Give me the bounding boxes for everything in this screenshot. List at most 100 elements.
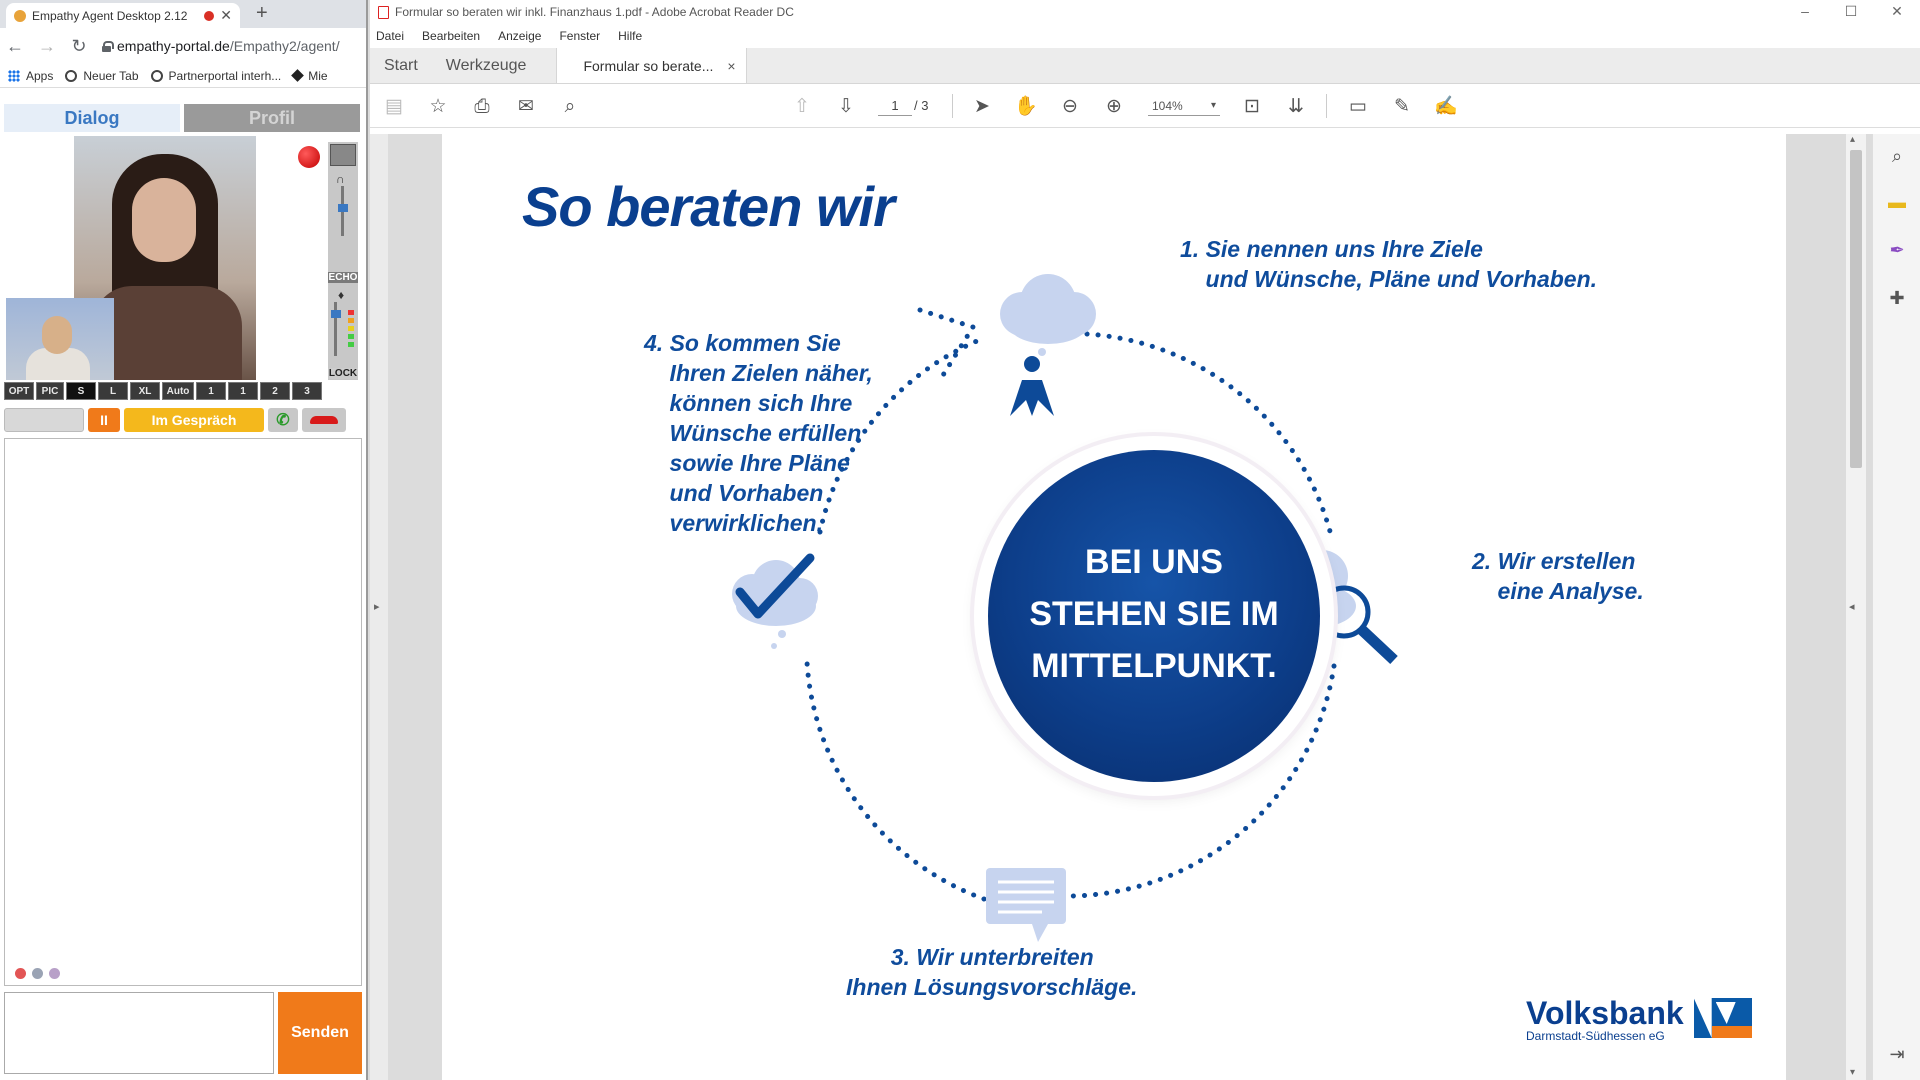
collapse-right-icon[interactable]: ◂ — [1849, 600, 1855, 613]
scroll-down-icon[interactable]: ▾ — [1850, 1067, 1855, 1078]
microphone-icon: ♦ — [338, 288, 345, 302]
tab-dialog[interactable]: Dialog — [4, 104, 180, 132]
search-icon[interactable]: ⌕ — [558, 94, 582, 118]
menu-fenster[interactable]: Fenster — [559, 29, 600, 43]
menu-bearbeiten[interactable]: Bearbeiten — [422, 29, 480, 43]
mic-volume-knob[interactable] — [331, 310, 341, 318]
print-icon[interactable]: ⎙ — [470, 94, 494, 118]
page-number-input[interactable]: 1 — [878, 96, 912, 116]
back-icon[interactable]: ← — [6, 36, 24, 57]
bookmark-label: Neuer Tab — [83, 68, 139, 83]
next-page-icon[interactable]: ⇩ — [834, 94, 858, 118]
size-auto-button[interactable]: Auto — [162, 382, 194, 400]
comment-icon[interactable]: ▭ — [1346, 94, 1370, 118]
minimize-icon[interactable]: – — [1782, 0, 1828, 22]
call-info-field — [4, 408, 84, 432]
zoom-value: 104% — [1152, 99, 1183, 113]
message-input[interactable] — [4, 992, 274, 1074]
tab-start[interactable]: Start — [370, 48, 432, 83]
highlight-pen-icon[interactable]: ✎ — [1390, 94, 1414, 118]
select-cursor-icon[interactable]: ➤ — [970, 94, 994, 118]
speaker-volume-knob[interactable] — [338, 204, 348, 212]
zoom-in-icon[interactable]: ⊕ — [1102, 94, 1126, 118]
browser-tabstrip: Empathy Agent Desktop 2.12 ✕ + — [0, 0, 366, 28]
zoom-in-chat-icon[interactable] — [32, 968, 43, 979]
close-window-icon[interactable]: ✕ — [1874, 0, 1920, 22]
call-controls: II Im Gespräch ✆ — [4, 408, 362, 432]
expand-left-icon: ▸ — [374, 601, 380, 613]
left-panel-toggle[interactable]: ▸ — [370, 134, 388, 1080]
document-tab-title: Formular so berate... — [583, 57, 714, 74]
email-icon[interactable]: ✉ — [514, 94, 538, 118]
mic-3-button[interactable]: 3 — [292, 382, 322, 400]
fit-page-icon[interactable]: ⊡ — [1240, 94, 1264, 118]
apps-grid-icon — [8, 69, 20, 82]
bookmark-star-icon[interactable]: ☆ — [426, 94, 450, 118]
address-bar[interactable]: empathy-portal.de/Empathy2/agent/ — [102, 38, 340, 54]
snapshot-button[interactable] — [330, 144, 356, 166]
menu-anzeige[interactable]: Anzeige — [498, 29, 541, 43]
zoom-select[interactable]: 104% ▾ — [1148, 96, 1220, 116]
menu-datei[interactable]: Datei — [376, 29, 404, 43]
forward-icon[interactable]: → — [38, 36, 56, 57]
send-button[interactable]: Senden — [278, 992, 362, 1074]
scroll-thumb[interactable] — [1850, 150, 1862, 468]
acrobat-toolbar: ▤ ☆ ⎙ ✉ ⌕ ⇧ ⇩ 1 / 3 ➤ ✋ ⊖ ⊕ 104% ▾ ⊡ ⇊ ▭ … — [370, 84, 1920, 128]
accept-call-icon[interactable]: ✆ — [268, 408, 298, 432]
window-controls: – ☐ ✕ — [1782, 0, 1920, 22]
close-document-icon[interactable]: × — [727, 58, 735, 74]
menu-hilfe[interactable]: Hilfe — [618, 29, 642, 43]
tab-document[interactable]: Formular so berate... × — [556, 48, 747, 83]
zoom-out-icon[interactable]: ⊖ — [1058, 94, 1082, 118]
scroll-up-icon[interactable]: ▴ — [1850, 134, 1855, 145]
fill-sign-icon[interactable]: ✒ — [1885, 238, 1909, 262]
pic-button[interactable]: PIC — [36, 382, 64, 400]
maximize-icon[interactable]: ☐ — [1828, 0, 1874, 22]
person-icon — [1010, 356, 1054, 416]
scroll-mode-icon[interactable]: ⇊ — [1284, 94, 1308, 118]
more-tools-icon[interactable]: ✚ — [1885, 286, 1909, 310]
echo-label[interactable]: ECHO — [328, 272, 358, 283]
size-l-button[interactable]: L — [98, 382, 128, 400]
browser-tab-title: Empathy Agent Desktop 2.12 — [32, 8, 188, 23]
pause-button[interactable]: II — [88, 408, 120, 432]
new-tab-button[interactable]: + — [256, 2, 268, 25]
document-viewport[interactable]: ▸ So beraten wir BEI UNS STEHEN SIE IM M… — [370, 134, 1920, 1080]
acrobat-window: Formular so beraten wir inkl. Finanzhaus… — [370, 0, 1920, 1080]
hand-tool-icon[interactable]: ✋ — [1014, 94, 1038, 118]
size-s-button[interactable]: S — [66, 382, 96, 400]
lock-label[interactable]: LOCK — [328, 368, 358, 379]
hangup-button[interactable] — [302, 408, 346, 432]
bookmark-mie[interactable]: Mie — [291, 69, 328, 83]
close-tab-icon[interactable]: ✕ — [220, 7, 232, 24]
zoom-out-chat-icon[interactable] — [49, 968, 60, 979]
call-status-button[interactable]: Im Gespräch — [124, 408, 264, 432]
browser-tab[interactable]: Empathy Agent Desktop 2.12 ✕ — [6, 3, 240, 28]
chat-tools — [15, 968, 60, 979]
record-indicator-icon[interactable] — [298, 146, 320, 168]
clear-chat-icon[interactable] — [15, 968, 26, 979]
layout-1-button[interactable]: 1 — [196, 382, 226, 400]
tab-profil[interactable]: Profil — [184, 104, 360, 132]
step-3-text: 3. Wir unterbreiten Ihnen Lösungsvorschl… — [846, 944, 1138, 1000]
bookmark-partnerportal[interactable]: Partnerportal interh... — [150, 69, 281, 83]
reload-icon[interactable]: ↻ — [70, 36, 88, 57]
mic-2-button[interactable]: 2 — [260, 382, 290, 400]
opt-button[interactable]: OPT — [4, 382, 34, 400]
sign-icon[interactable]: ✍ — [1434, 94, 1458, 118]
tab-werkzeuge[interactable]: Werkzeuge — [432, 48, 541, 83]
comment-tool-icon[interactable]: ▬ — [1885, 190, 1909, 214]
recording-icon — [204, 10, 215, 21]
acrobat-tabs: Start Werkzeuge Formular so berate... × — [370, 48, 1920, 84]
menu-bar: Datei Bearbeiten Anzeige Fenster Hilfe — [370, 24, 1920, 48]
globe-icon — [150, 69, 163, 82]
zoom-tool-icon[interactable]: ⌕ — [1885, 144, 1909, 168]
save-icon[interactable]: ▤ — [382, 94, 406, 118]
bookmark-new-tab[interactable]: Neuer Tab — [65, 68, 139, 83]
previous-page-icon[interactable]: ⇧ — [790, 94, 814, 118]
bookmark-apps[interactable]: Apps — [8, 69, 53, 83]
mic-1-button[interactable]: 1 — [228, 382, 258, 400]
expand-tools-icon[interactable]: ⇥ — [1885, 1042, 1909, 1066]
bookmark-label: Apps — [26, 68, 54, 83]
size-xl-button[interactable]: XL — [130, 382, 160, 400]
